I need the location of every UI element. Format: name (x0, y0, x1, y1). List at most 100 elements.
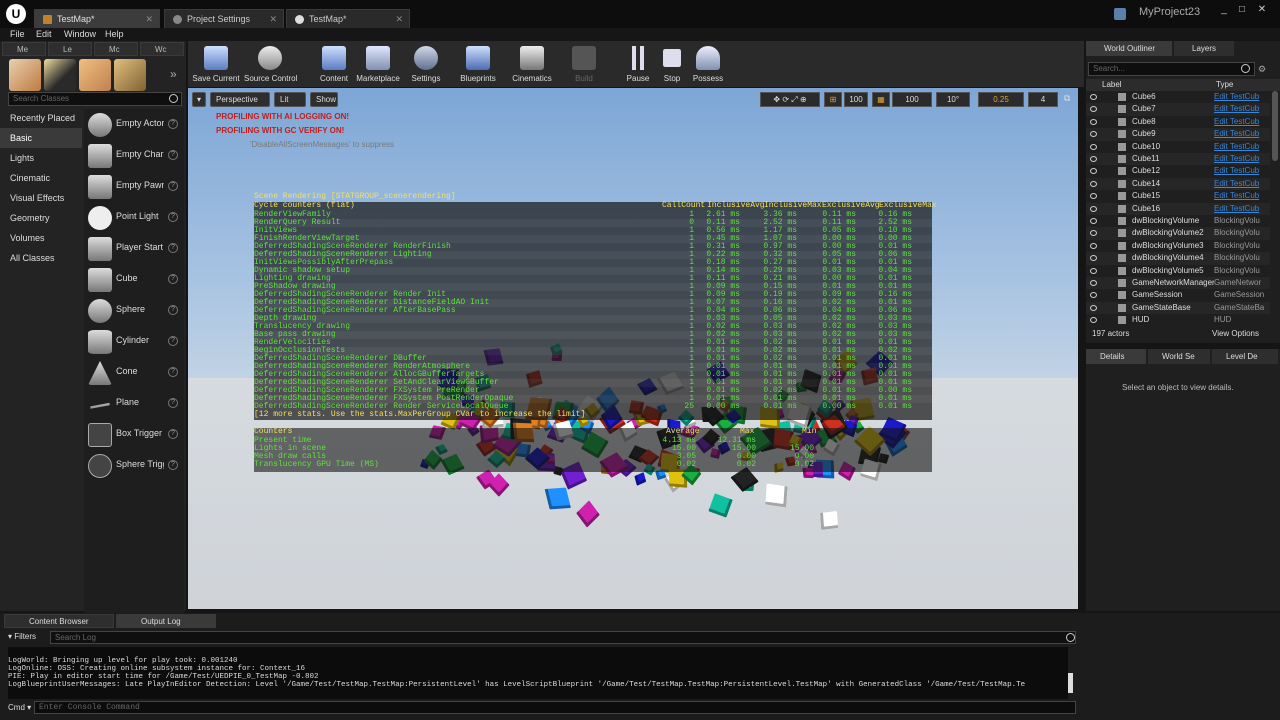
edit-blueprint-link[interactable]: Edit TestCub (1214, 178, 1264, 190)
actor-box-trigger[interactable]: Box Trigger? (84, 419, 184, 450)
build-button[interactable]: Build (558, 41, 610, 87)
actor-sphere-trigger[interactable]: Sphere Trigg? (84, 450, 184, 481)
possess-button[interactable]: Possess (682, 41, 734, 87)
help-icon[interactable]: ? (168, 336, 178, 346)
outliner-row[interactable]: dwBlockingVolume3 BlockingVolu (1086, 240, 1270, 252)
visibility-eye-icon[interactable] (1090, 280, 1097, 286)
blueprints-button[interactable]: Blueprints (452, 41, 504, 87)
outliner-row[interactable]: Cube12 Edit TestCub (1086, 165, 1270, 177)
actor-cone[interactable]: Cone? (84, 357, 184, 388)
physics-cube[interactable] (544, 487, 572, 510)
help-icon[interactable]: ? (168, 398, 178, 408)
modes-tab-level[interactable]: Le (48, 42, 92, 56)
close-icon[interactable]: ✕ (395, 10, 403, 28)
outliner-row[interactable]: GameStateBase GameStateBa (1086, 301, 1270, 315)
actor-sphere[interactable]: Sphere? (84, 295, 184, 326)
menu-file[interactable]: File (10, 28, 25, 41)
settings-icon[interactable]: ⚙ (1258, 64, 1266, 75)
close-icon[interactable]: ✕ (145, 10, 153, 28)
outliner-row[interactable]: Cube8 Edit TestCub (1086, 116, 1270, 128)
outliner-row[interactable]: Cube14 Edit TestCub (1086, 177, 1270, 191)
visibility-eye-icon[interactable] (1090, 292, 1097, 299)
actor-empty-actor[interactable]: Empty Actor? (84, 109, 184, 140)
outliner-row[interactable]: Cube10 Edit TestCub (1086, 141, 1270, 153)
visibility-eye-icon[interactable] (1090, 205, 1097, 212)
outliner-search-input[interactable]: Search... (1088, 62, 1255, 76)
minimize-button[interactable]: _ (1216, 3, 1232, 17)
help-icon[interactable]: ? (168, 429, 178, 439)
category-visual-effects[interactable]: Visual Effects (0, 188, 82, 208)
actor-point-light[interactable]: Point Light? (84, 202, 184, 233)
visibility-eye-icon[interactable] (1090, 317, 1097, 324)
actor-empty-character[interactable]: Empty Chara? (84, 140, 184, 171)
maximize-button[interactable]: □ (1234, 3, 1250, 17)
cinematics-button[interactable]: Cinematics (506, 41, 558, 87)
modes-tab-wc[interactable]: Wc (140, 42, 184, 56)
outliner-row[interactable]: dwBlockingVolume4 BlockingVolu (1086, 252, 1270, 265)
edit-blueprint-link[interactable]: Edit TestCub (1214, 153, 1264, 165)
physics-cube[interactable] (576, 500, 600, 529)
menu-edit[interactable]: Edit (36, 28, 52, 41)
visibility-eye-icon[interactable] (1090, 94, 1097, 100)
visibility-eye-icon[interactable] (1090, 180, 1097, 187)
level-viewport[interactable]: ▾ Perspective Lit Show ✥ ⟳ ⤢ ⊕ ⊞ 100 ▦ 1… (188, 88, 1078, 609)
category-all-classes[interactable]: All Classes (0, 248, 82, 268)
outliner-row[interactable]: Cube16 Edit TestCub (1086, 202, 1270, 215)
close-icon[interactable]: ✕ (269, 10, 277, 28)
outliner-row[interactable]: GameSession GameSession (1086, 289, 1270, 301)
help-icon[interactable]: ? (168, 212, 178, 222)
log-output[interactable]: LogWorld: Bringing up level for play too… (8, 647, 1068, 699)
help-icon[interactable]: ? (168, 150, 178, 160)
outliner-row[interactable]: Cube11 Edit TestCub (1086, 153, 1270, 166)
tab-details[interactable]: Details (1086, 349, 1146, 364)
col-type[interactable]: Type (1216, 79, 1233, 91)
edit-blueprint-link[interactable]: Edit TestCub (1214, 190, 1264, 202)
actor-cube[interactable]: Cube? (84, 264, 184, 295)
outliner-row[interactable]: Cube9 Edit TestCub (1086, 128, 1270, 141)
help-icon[interactable]: ? (168, 460, 178, 470)
visibility-eye-icon[interactable] (1090, 131, 1097, 138)
paint-mode-icon[interactable] (44, 59, 76, 91)
help-icon[interactable]: ? (168, 305, 178, 315)
category-lights[interactable]: Lights (0, 148, 82, 168)
search-classes-input[interactable]: Search Classes (8, 92, 182, 106)
help-icon[interactable]: ? (168, 243, 178, 253)
log-scrollbar[interactable] (1068, 673, 1073, 693)
category-volumes[interactable]: Volumes (0, 228, 82, 248)
edit-blueprint-link[interactable]: Edit TestCub (1214, 103, 1264, 115)
modes-tab-mc[interactable]: Mc (94, 42, 138, 56)
edit-blueprint-link[interactable]: Edit TestCub (1214, 165, 1264, 177)
visibility-eye-icon[interactable] (1090, 218, 1097, 224)
tab-world-outliner[interactable]: World Outliner (1086, 41, 1172, 56)
close-window-button[interactable]: ✕ (1254, 3, 1270, 17)
visibility-eye-icon[interactable] (1090, 193, 1097, 200)
save-current-button[interactable]: Save Current (190, 41, 242, 87)
visibility-eye-icon[interactable] (1090, 267, 1097, 274)
visibility-eye-icon[interactable] (1090, 118, 1097, 125)
outliner-row[interactable]: Cube6 Edit TestCub (1086, 91, 1270, 103)
edit-blueprint-link[interactable]: Edit TestCub (1214, 91, 1264, 103)
tab-layers[interactable]: Layers (1174, 41, 1234, 56)
view-options-button[interactable]: View Options (1212, 327, 1259, 341)
actor-cylinder[interactable]: Cylinder? (84, 326, 184, 357)
help-icon[interactable]: ? (168, 181, 178, 191)
outliner-row[interactable]: GameNetworkManager GameNetwor (1086, 277, 1270, 290)
edit-blueprint-link[interactable]: Edit TestCub (1214, 141, 1264, 153)
landscape-mode-icon[interactable] (79, 59, 111, 91)
visibility-eye-icon[interactable] (1090, 156, 1097, 162)
tab-project-settings[interactable]: Project Settings ✕ (164, 9, 284, 28)
visibility-eye-icon[interactable] (1090, 143, 1097, 150)
outliner-row[interactable]: dwBlockingVolume BlockingVolu (1086, 215, 1270, 227)
visibility-eye-icon[interactable] (1090, 106, 1097, 113)
source-control-button[interactable]: Source Control (244, 41, 297, 87)
tab-testmap-pie[interactable]: TestMap* ✕ (286, 9, 410, 28)
tab-content-browser[interactable]: Content Browser (4, 614, 114, 628)
tab-output-log[interactable]: Output Log (116, 614, 216, 628)
cmd-dropdown[interactable]: Cmd ▾ (8, 703, 31, 712)
console-command-input[interactable]: Enter Console Command (34, 701, 1076, 714)
tab-testmap[interactable]: TestMap* ✕ (34, 9, 160, 28)
outliner-row[interactable]: dwBlockingVolume2 BlockingVolu (1086, 227, 1270, 240)
outliner-row[interactable]: HUD HUD (1086, 314, 1270, 326)
category-geometry[interactable]: Geometry (0, 208, 82, 228)
actor-plane[interactable]: Plane? (84, 388, 184, 419)
